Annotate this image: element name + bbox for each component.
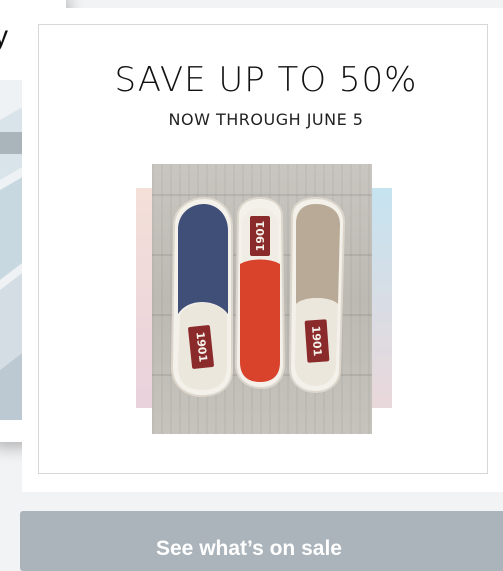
- brand-logo-khaki: 1901: [309, 325, 324, 356]
- shoes-photo: 1901 1901 1901: [152, 164, 372, 434]
- blue-sneaker: 1901: [170, 196, 233, 398]
- promo-subhead: NOW THROUGH JUNE 5: [168, 110, 364, 129]
- promo-card[interactable]: SAVE UP TO 50% NOW THROUGH JUNE 5 1901 1…: [22, 8, 503, 492]
- promo-headline: SAVE UP TO 50%: [114, 60, 418, 100]
- prev-card-title-fragment: y: [0, 20, 8, 51]
- decor-shape-right: [372, 188, 392, 408]
- see-sale-button[interactable]: See what’s on sale: [20, 511, 503, 571]
- red-sneaker: 1901: [234, 196, 286, 390]
- khaki-sneaker: 1901: [288, 196, 346, 394]
- brand-logo-red: 1901: [254, 221, 267, 252]
- promo-image: 1901 1901 1901: [134, 164, 394, 434]
